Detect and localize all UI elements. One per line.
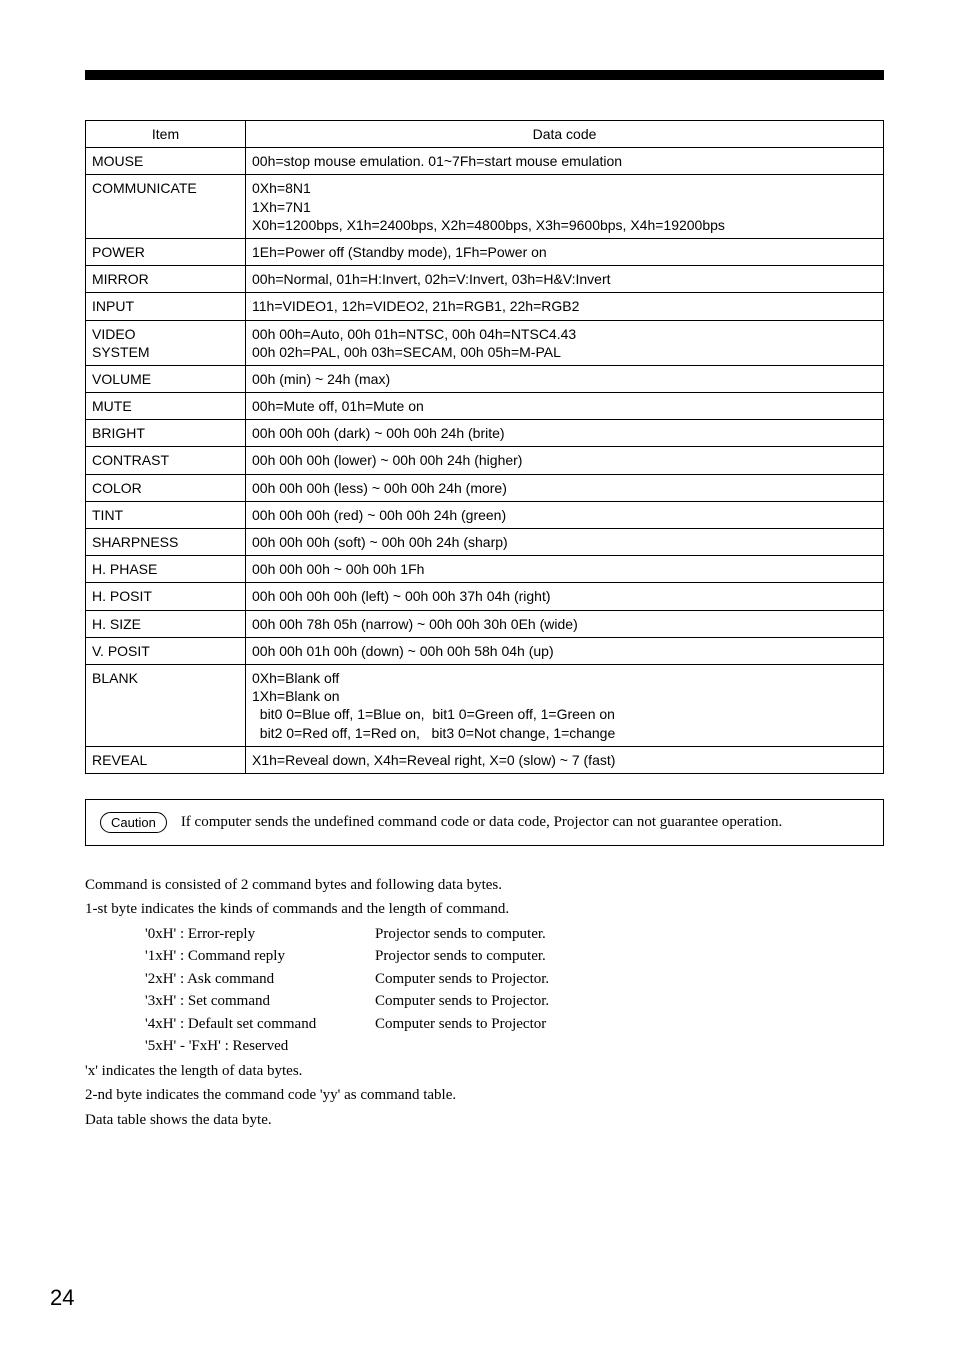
table-row: V. POSIT00h 00h 01h 00h (down) ~ 00h 00h… xyxy=(86,637,884,664)
table-row: MUTE00h=Mute off, 01h=Mute on xyxy=(86,393,884,420)
top-rule xyxy=(85,70,884,80)
cell-item: CONTRAST xyxy=(86,447,246,474)
cell-data: 00h 00h 00h (dark) ~ 00h 00h 24h (brite) xyxy=(246,420,884,447)
cell-item: H. SIZE xyxy=(86,610,246,637)
cell-item: H. POSIT xyxy=(86,583,246,610)
cmd-left: '4xH' : Default set command xyxy=(145,1013,375,1036)
table-row: VOLUME00h (min) ~ 24h (max) xyxy=(86,365,884,392)
cmd-right: Computer sends to Projector. xyxy=(375,990,549,1013)
cell-data: 00h 00h 01h 00h (down) ~ 00h 00h 58h 04h… xyxy=(246,637,884,664)
cell-data: 00h 00h 00h (red) ~ 00h 00h 24h (green) xyxy=(246,501,884,528)
table-row: H. POSIT00h 00h 00h 00h (left) ~ 00h 00h… xyxy=(86,583,884,610)
cmd-left: '1xH' : Command reply xyxy=(145,945,375,968)
cmd-right: Projector sends to computer. xyxy=(375,923,546,946)
table-row: H. PHASE00h 00h 00h ~ 00h 00h 1Fh xyxy=(86,556,884,583)
table-row: SHARPNESS00h 00h 00h (soft) ~ 00h 00h 24… xyxy=(86,529,884,556)
caution-text: If computer sends the undefined command … xyxy=(181,814,782,831)
description-text: Command is consisted of 2 command bytes … xyxy=(85,874,884,1132)
cell-data: 1Eh=Power off (Standby mode), 1Fh=Power … xyxy=(246,238,884,265)
cell-data: 00h=stop mouse emulation. 01~7Fh=start m… xyxy=(246,148,884,175)
cmd-left: '2xH' : Ask command xyxy=(145,968,375,991)
cell-item: MIRROR xyxy=(86,266,246,293)
para-2: 1-st byte indicates the kinds of command… xyxy=(85,898,884,921)
list-item: '5xH' - 'FxH' : Reserved xyxy=(145,1035,884,1058)
cell-data: 00h 00h 00h 00h (left) ~ 00h 00h 37h 04h… xyxy=(246,583,884,610)
table-row: TINT00h 00h 00h (red) ~ 00h 00h 24h (gre… xyxy=(86,501,884,528)
cell-item: SHARPNESS xyxy=(86,529,246,556)
cell-item: COLOR xyxy=(86,474,246,501)
cell-item: MOUSE xyxy=(86,148,246,175)
cell-item: REVEAL xyxy=(86,746,246,773)
table-row: MOUSE00h=stop mouse emulation. 01~7Fh=st… xyxy=(86,148,884,175)
caution-box: Caution If computer sends the undefined … xyxy=(85,799,884,846)
list-item: '1xH' : Command replyProjector sends to … xyxy=(145,945,884,968)
th-item: Item xyxy=(86,121,246,148)
cell-data: 00h (min) ~ 24h (max) xyxy=(246,365,884,392)
cell-item: BRIGHT xyxy=(86,420,246,447)
th-data: Data code xyxy=(246,121,884,148)
para-3: 'x' indicates the length of data bytes. xyxy=(85,1060,884,1083)
cmd-right: Projector sends to computer. xyxy=(375,945,546,968)
cell-data: 00h 00h 78h 05h (narrow) ~ 00h 00h 30h 0… xyxy=(246,610,884,637)
cell-item: INPUT xyxy=(86,293,246,320)
table-row: BLANK0Xh=Blank off 1Xh=Blank on bit0 0=B… xyxy=(86,664,884,746)
cell-data: 11h=VIDEO1, 12h=VIDEO2, 21h=RGB1, 22h=RG… xyxy=(246,293,884,320)
cell-item: BLANK xyxy=(86,664,246,746)
cell-item: H. PHASE xyxy=(86,556,246,583)
list-item: '4xH' : Default set commandComputer send… xyxy=(145,1013,884,1036)
para-1: Command is consisted of 2 command bytes … xyxy=(85,874,884,897)
cell-item: V. POSIT xyxy=(86,637,246,664)
cell-data: 0Xh=8N1 1Xh=7N1 X0h=1200bps, X1h=2400bps… xyxy=(246,175,884,239)
list-item: '2xH' : Ask commandComputer sends to Pro… xyxy=(145,968,884,991)
cell-item: POWER xyxy=(86,238,246,265)
table-row: COMMUNICATE0Xh=8N1 1Xh=7N1 X0h=1200bps, … xyxy=(86,175,884,239)
table-row: INPUT11h=VIDEO1, 12h=VIDEO2, 21h=RGB1, 2… xyxy=(86,293,884,320)
list-item: '0xH' : Error-replyProjector sends to co… xyxy=(145,923,884,946)
cell-data: 00h 00h 00h (lower) ~ 00h 00h 24h (highe… xyxy=(246,447,884,474)
cell-data: 00h 00h 00h (soft) ~ 00h 00h 24h (sharp) xyxy=(246,529,884,556)
cell-data: 00h=Mute off, 01h=Mute on xyxy=(246,393,884,420)
table-row: CONTRAST00h 00h 00h (lower) ~ 00h 00h 24… xyxy=(86,447,884,474)
table-row: POWER1Eh=Power off (Standby mode), 1Fh=P… xyxy=(86,238,884,265)
cmd-left: '3xH' : Set command xyxy=(145,990,375,1013)
cell-item: VIDEO SYSTEM xyxy=(86,320,246,365)
table-row: VIDEO SYSTEM00h 00h=Auto, 00h 01h=NTSC, … xyxy=(86,320,884,365)
cell-item: MUTE xyxy=(86,393,246,420)
table-row: MIRROR00h=Normal, 01h=H:Invert, 02h=V:In… xyxy=(86,266,884,293)
cell-data: 00h 00h=Auto, 00h 01h=NTSC, 00h 04h=NTSC… xyxy=(246,320,884,365)
cell-data: 0Xh=Blank off 1Xh=Blank on bit0 0=Blue o… xyxy=(246,664,884,746)
cmd-left: '5xH' - 'FxH' : Reserved xyxy=(145,1035,375,1058)
table-row: COLOR00h 00h 00h (less) ~ 00h 00h 24h (m… xyxy=(86,474,884,501)
cmd-right: Computer sends to Projector xyxy=(375,1013,546,1036)
table-row: H. SIZE00h 00h 78h 05h (narrow) ~ 00h 00… xyxy=(86,610,884,637)
cell-item: TINT xyxy=(86,501,246,528)
data-code-table: Item Data code MOUSE00h=stop mouse emula… xyxy=(85,120,884,774)
cell-item: COMMUNICATE xyxy=(86,175,246,239)
caution-label: Caution xyxy=(100,812,167,833)
cell-data: 00h 00h 00h (less) ~ 00h 00h 24h (more) xyxy=(246,474,884,501)
cell-data: X1h=Reveal down, X4h=Reveal right, X=0 (… xyxy=(246,746,884,773)
table-row: BRIGHT00h 00h 00h (dark) ~ 00h 00h 24h (… xyxy=(86,420,884,447)
cell-data: 00h=Normal, 01h=H:Invert, 02h=V:Invert, … xyxy=(246,266,884,293)
cmd-left: '0xH' : Error-reply xyxy=(145,923,375,946)
cell-data: 00h 00h 00h ~ 00h 00h 1Fh xyxy=(246,556,884,583)
table-row: REVEALX1h=Reveal down, X4h=Reveal right,… xyxy=(86,746,884,773)
cmd-right: Computer sends to Projector. xyxy=(375,968,549,991)
para-4: 2-nd byte indicates the command code 'yy… xyxy=(85,1084,884,1107)
list-item: '3xH' : Set commandComputer sends to Pro… xyxy=(145,990,884,1013)
page-number: 24 xyxy=(50,1285,74,1311)
para-5: Data table shows the data byte. xyxy=(85,1109,884,1132)
cell-item: VOLUME xyxy=(86,365,246,392)
